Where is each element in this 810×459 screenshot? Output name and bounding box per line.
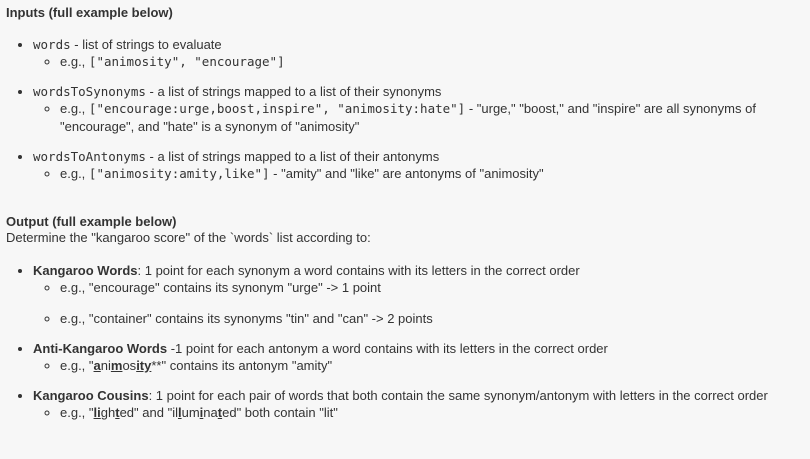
letter-part: gh (100, 405, 116, 420)
letter-part: a (93, 358, 101, 373)
output-description: Determine the "kangaroo score" of the `w… (6, 230, 371, 245)
input-example-synonyms: e.g., ["encourage:urge,boost,inspire", "… (60, 100, 804, 136)
rule-example: e.g., "encourage" contains its synonym "… (60, 279, 804, 297)
rule-examples: e.g., "animosity**" contains its antonym… (33, 357, 804, 375)
example-suffix: - "amity" and "like" are antonyms of "an… (269, 166, 544, 181)
input-examples-antonyms: e.g., ["animosity:amity,like"] - "amity"… (33, 165, 804, 183)
rule-title: Anti-Kangaroo Words (33, 341, 168, 356)
letter-part: ed (119, 405, 135, 420)
output-heading: Output (full example below) (6, 214, 177, 229)
example-prefix: e.g., (60, 166, 89, 181)
input-item-antonyms: wordsToAntonyms - a list of strings mapp… (33, 149, 804, 183)
rule-examples: e.g., "lighted" and "illuminated" both c… (33, 404, 804, 422)
input-desc-synonyms: - a list of strings mapped to a list of … (145, 84, 442, 99)
example-prefix: e.g., (60, 101, 89, 116)
rule-example: e.g., "container" contains its synonyms … (60, 310, 804, 328)
example-code: ["encourage:urge,boost,inspire", "animos… (88, 101, 466, 116)
rule-title: Kangaroo Words (33, 263, 138, 278)
letter-part: na (203, 405, 218, 420)
ex-suffix: " contains its antonym "amity" (161, 358, 333, 373)
page: Inputs (full example below) words - list… (0, 0, 810, 459)
ex-suffix: " both contain "lit" (236, 405, 338, 420)
rule-kangaroo-cousins: Kangaroo Cousins: 1 point for each pair … (33, 388, 804, 422)
rule-desc: -1 point for each antonym a word contain… (167, 341, 608, 356)
rule-kangaroo-words: Kangaroo Words: 1 point for each synonym… (33, 263, 804, 328)
input-desc-antonyms: - a list of strings mapped to a list of … (145, 149, 440, 164)
example-prefix: e.g., (60, 54, 89, 69)
rule-example: e.g., "lighted" and "illuminated" both c… (60, 404, 804, 422)
rule-anti-kangaroo: Anti-Kangaroo Words -1 point for each an… (33, 341, 804, 375)
input-examples-words: e.g., ["animosity", "encourage"] (33, 53, 804, 71)
letter-part: os (122, 358, 137, 373)
example-code: ["animosity", "encourage"] (88, 54, 285, 69)
ex-prefix: e.g., " (60, 405, 94, 420)
input-example-antonyms: e.g., ["animosity:amity,like"] - "amity"… (60, 165, 804, 183)
rule-desc: : 1 point for each pair of words that bo… (148, 388, 768, 403)
input-example-words: e.g., ["animosity", "encourage"] (60, 53, 804, 71)
rule-examples: e.g., "encourage" contains its synonym "… (33, 279, 804, 328)
letter-part: ity (136, 358, 152, 373)
ex-prefix: e.g., " (60, 358, 94, 373)
ex-mid: " and " (134, 405, 173, 420)
output-list: Kangaroo Words: 1 point for each synonym… (6, 263, 804, 422)
letter-part: li (93, 405, 101, 420)
input-code-words: words (33, 37, 71, 52)
inputs-list: words - list of strings to evaluate e.g.… (6, 37, 804, 183)
input-item-synonyms: wordsToSynonyms - a list of strings mapp… (33, 84, 804, 136)
inputs-heading: Inputs (full example below) (6, 5, 173, 20)
input-item-words: words - list of strings to evaluate e.g.… (33, 37, 804, 71)
input-desc-words: - list of strings to evaluate (70, 37, 222, 52)
example-code: ["animosity:amity,like"] (88, 166, 270, 181)
rule-example: e.g., "animosity**" contains its antonym… (60, 357, 804, 375)
letter-part: ed (222, 405, 237, 420)
letter-part: m (110, 358, 123, 373)
letter-part: n (100, 358, 108, 373)
letter-part: um (181, 405, 200, 420)
rule-title: Kangaroo Cousins (33, 388, 149, 403)
letter-part: ** (151, 358, 162, 373)
rule-desc: : 1 point for each synonym a word contai… (137, 263, 580, 278)
input-examples-synonyms: e.g., ["encourage:urge,boost,inspire", "… (33, 100, 804, 136)
input-code-synonyms: wordsToSynonyms (33, 84, 146, 99)
input-code-antonyms: wordsToAntonyms (33, 149, 146, 164)
